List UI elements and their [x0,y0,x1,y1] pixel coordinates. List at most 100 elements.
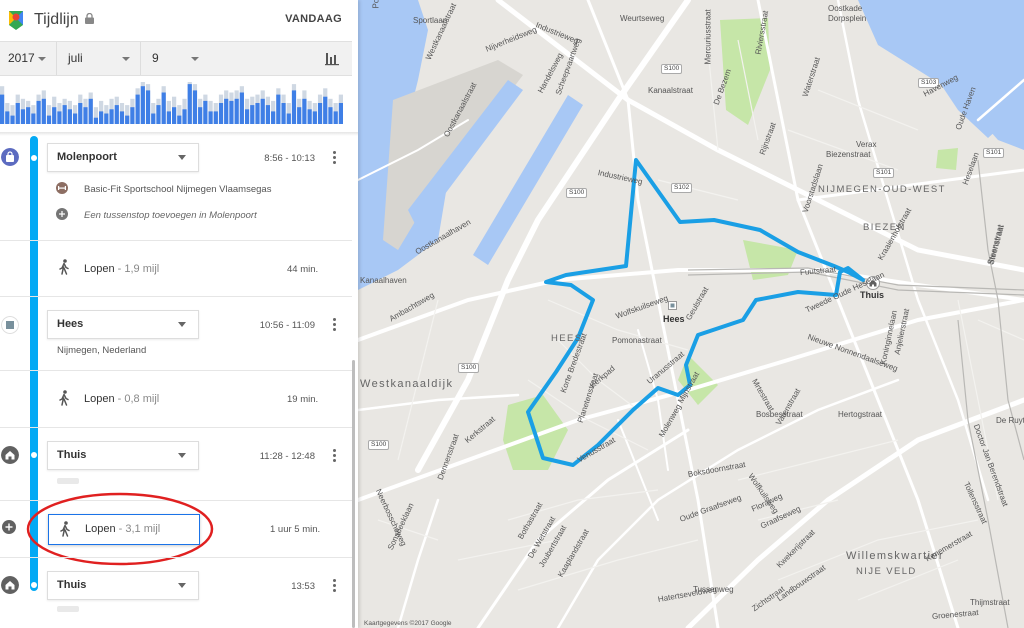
histogram-bar [307,109,312,124]
activity-walk[interactable]: Lopen - 1,9 mijl [84,263,159,275]
histogram-bar [323,96,328,124]
divider [0,557,352,558]
activity-label: Lopen [85,523,116,535]
walking-icon [59,259,69,275]
divider [0,370,352,371]
activity-distance: - 1,9 mijl [114,263,160,275]
street-label: Pomonastraat [612,336,662,345]
road-number-badge: S100 [566,188,588,198]
histogram-bar [166,111,171,124]
page-title: Tijdlijn [34,11,79,28]
add-icon[interactable] [2,520,16,534]
district-label: NIJE VELD [856,566,917,577]
place-square-icon [1,316,19,334]
month-select[interactable]: juli [57,42,141,75]
histogram-bar [109,109,114,124]
chevron-down-icon [191,57,199,61]
place-card-thuis[interactable]: Thuis [47,441,199,470]
activity-walk[interactable]: Lopen - 0,8 mijl [84,393,159,405]
histogram-bar [151,113,156,124]
histogram-bar [31,113,36,124]
histogram-bar [281,103,286,124]
stop-time: 8:56 - 10:13 [264,153,315,164]
histogram-bar [338,103,343,124]
more-options-icon[interactable] [333,318,337,332]
place-name: Molenpoort [57,151,117,163]
chevron-down-icon [38,57,46,61]
histogram-bar [119,111,125,124]
more-options-icon[interactable] [333,579,337,593]
gym-icon [56,182,68,194]
timeline-dot [31,155,37,161]
street-label: Kanaalhaven [360,276,407,285]
histogram-bar [286,113,291,124]
walking-icon [60,521,70,537]
sub-place-name[interactable]: Basic-Fit Sportschool Nijmegen Vlaamsega… [84,184,271,195]
histogram-bar [333,111,338,124]
shopping-place-icon [1,148,19,166]
histogram-bar [130,107,135,124]
day-select[interactable]: 9 [141,42,209,75]
divider [0,427,352,428]
chevron-down-icon [178,453,186,458]
place-card-thuis[interactable]: Thuis [47,571,199,600]
histogram-bar [208,111,213,124]
histogram-bar [203,100,208,124]
histogram-bar [88,98,93,124]
bar-chart-icon[interactable] [324,50,340,66]
year-select[interactable]: 2017 [0,42,57,75]
road-number-badge: S100 [661,64,683,74]
histogram-bar [57,111,62,124]
road-number-badge: S100 [368,440,390,450]
histogram-bar [36,100,41,124]
histogram-bar [83,107,88,124]
add-stop-link[interactable]: Een tussenstop toevoegen in Molenpoort [84,210,257,221]
place-card-molenpoort[interactable]: Molenpoort [47,143,199,172]
selected-activity-walk[interactable]: Lopen - 3,1 mijl [48,514,200,545]
home-label: Thuis [860,290,884,300]
divider [0,500,352,501]
activity-distance: - 3,1 mijl [115,523,161,535]
street-label: Biezenstraat [826,150,871,159]
histogram-bar [72,113,78,124]
histogram-bar [52,107,57,124]
activity-duration: 19 min. [287,394,319,405]
histogram-bar [213,111,218,124]
more-options-icon[interactable] [333,151,337,165]
street-label: Hertogstraat [838,410,883,419]
histogram-bar [224,98,229,124]
activity-duration: 1 uur 5 min. [270,524,321,535]
street-label: Verax [856,140,877,149]
place-card-hees[interactable]: Hees [47,310,199,339]
timeline-sidebar: Tijdlijn VANDAAG 2017 juli 9 Molenpoort … [0,0,358,628]
divider [0,296,352,297]
histogram-bar [26,107,31,124]
map-view[interactable]: Thuis Hees S100 S100 S102 S101 S101 S100… [358,0,1024,628]
activity-histogram[interactable] [0,82,344,124]
park [936,148,958,170]
road-number-badge: S102 [671,183,693,193]
add-stop-icon[interactable] [56,208,68,220]
histogram-bar [271,111,276,124]
timeline-dot [31,582,37,588]
today-button[interactable]: VANDAAG [285,13,342,25]
timeline-line [30,136,38,591]
histogram-bar [265,105,271,124]
street-label: Tussenweg [693,585,734,594]
histogram-bar [229,100,234,124]
hees-label: Hees [663,314,685,324]
chevron-down-icon [178,155,186,160]
histogram-bar [41,98,46,124]
histogram-bar [20,109,26,124]
histogram-bar [93,117,99,124]
histogram-bar [161,92,166,124]
histogram-bar [62,105,67,124]
scrollbar[interactable] [352,360,355,628]
place-marker-icon[interactable] [668,301,677,310]
maps-logo-icon [9,11,23,30]
blurred-address [57,478,79,484]
more-options-icon[interactable] [333,449,337,463]
histogram-bar [78,103,83,124]
histogram-bar [125,115,130,124]
street-label: Weurtseweg [620,14,665,23]
